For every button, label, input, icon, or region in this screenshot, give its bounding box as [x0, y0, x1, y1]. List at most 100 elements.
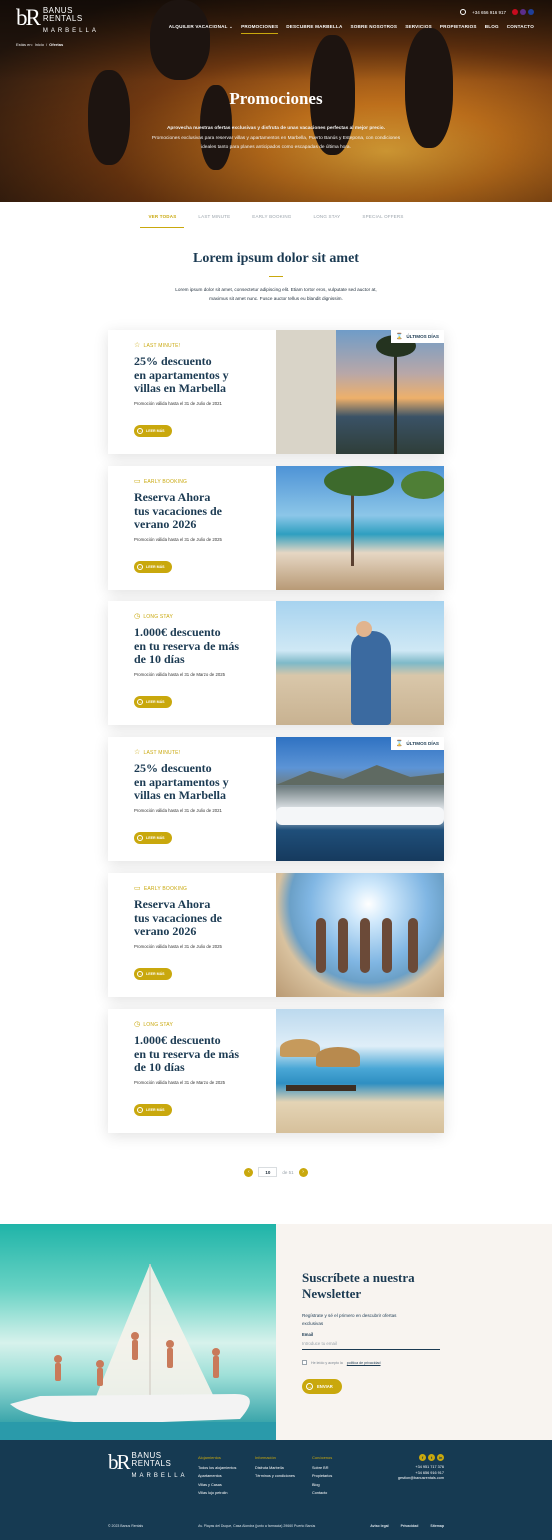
read-more-button[interactable]: → LEER MÁS — [134, 832, 172, 844]
offer-title: Reserva Ahora tus vacaciones de verano 20… — [134, 897, 276, 939]
footer-link[interactable]: Sobre BR — [312, 1464, 332, 1473]
offer-title-rest: tus vacaciones de verano 2026 — [134, 503, 222, 531]
nav-item[interactable]: ALQUILER VACACIONAL ⌄ — [169, 24, 233, 30]
tab-filter[interactable]: EARLY BOOKING — [244, 211, 299, 226]
nav-item[interactable]: PROMOCIONES — [241, 24, 279, 34]
sunset-palms-photo[interactable]: ⌛ ÚLTIMOS DÍAS — [276, 330, 444, 454]
footer-link[interactable]: Blog — [312, 1481, 332, 1490]
couple-beach-photo[interactable] — [276, 601, 444, 725]
read-more-button[interactable]: → LEER MÁS — [134, 561, 172, 573]
privacy-checkbox[interactable] — [302, 1360, 307, 1365]
page-total: de 51 — [282, 1169, 294, 1175]
social-links: f t in — [398, 1454, 444, 1461]
intro-title: Lorem ipsum dolor sit amet — [193, 251, 359, 266]
twitter-icon[interactable]: t — [428, 1454, 435, 1461]
nav-item[interactable]: CONTACTO — [507, 24, 534, 30]
nav-item[interactable]: SOBRE NOSOTROS — [350, 24, 397, 30]
arrow-right-icon: → — [306, 1383, 313, 1390]
offer-card[interactable]: ☆ LAST MINUTE! 25% descuento en apartamento… — [108, 737, 444, 861]
footer-link[interactable]: Apartamentos — [198, 1472, 236, 1481]
footer-column-heading: Conócenos — [312, 1455, 333, 1460]
whatsapp-icon[interactable] — [460, 9, 467, 15]
read-more-button[interactable]: → LEER MÁS — [134, 696, 172, 708]
offer-card[interactable]: ◷ LONG STAY 1.000€ descuento en tu reserva … — [108, 601, 444, 725]
email-field[interactable] — [302, 1338, 440, 1350]
footer-column: Conócenos Sobre BR Propietarios Blog Contact… — [312, 1454, 332, 1498]
newsletter-submit-button[interactable]: → ENVIAR — [302, 1379, 342, 1394]
newsletter-text: Regístrate y sé el primero en descubrir … — [302, 1313, 397, 1326]
language-flag-icon[interactable] — [520, 9, 526, 15]
offer-category: ◷ LONG STAY — [134, 1021, 276, 1028]
last-days-badge: ⌛ ÚLTIMOS DÍAS — [390, 330, 444, 343]
footer-link[interactable]: Villas lujo petrolin — [198, 1489, 236, 1498]
runner-figure-shape — [360, 918, 370, 973]
breadcrumb-home-link[interactable]: Inicio — [35, 42, 44, 47]
terrace-sea-photo[interactable] — [276, 466, 444, 590]
nav-item-label: CONTACTO — [506, 24, 534, 29]
nav-item[interactable]: SERVICIOS — [405, 24, 432, 30]
footer-logo[interactable]: bR BANUS RENTALS MARBELLA — [108, 1452, 188, 1480]
read-more-label: LEER MÁS — [146, 565, 165, 569]
tab-filter[interactable]: SPECIAL OFFERS — [354, 211, 411, 226]
offer-title: 25% descuento en apartamentos y villas en… — [134, 761, 276, 803]
brand-logo[interactable]: bR BANUS RENTALS MARBELLA — [16, 6, 99, 35]
footer-link[interactable]: Contacto — [312, 1489, 332, 1498]
tab-filter[interactable]: LAST MINUTE — [190, 211, 238, 226]
language-flag-icon[interactable] — [512, 9, 518, 15]
beach-umbrellas-photo[interactable] — [276, 1009, 444, 1133]
footer-link[interactable]: Propietarios — [312, 1472, 332, 1481]
couple-figure-shape — [351, 631, 391, 725]
offer-card-body: ☆ LAST MINUTE! 25% descuento en apartamento… — [108, 330, 276, 454]
language-flag-icon[interactable] — [528, 9, 534, 15]
clock-icon: ◷ — [134, 1021, 141, 1028]
privacy-policy-link[interactable]: política de privacidad — [347, 1361, 381, 1365]
star-icon: ☆ — [134, 342, 141, 349]
newsletter-title: Suscríbete a nuestra Newsletter — [302, 1270, 415, 1301]
read-more-label: LEER MÁS — [146, 429, 165, 433]
offer-card[interactable]: ◷ LONG STAY 1.000€ descuento en tu reserva … — [108, 1009, 444, 1133]
read-more-button[interactable]: → LEER MÁS — [134, 968, 172, 980]
read-more-button[interactable]: → LEER MÁS — [134, 425, 172, 437]
read-more-button[interactable]: → LEER MÁS — [134, 1104, 172, 1116]
mountain-shape — [276, 765, 444, 785]
prev-page-button[interactable]: ‹ — [244, 1167, 254, 1177]
arrow-right-icon: → — [137, 699, 143, 705]
nav-item[interactable]: PROPIETARIOS — [440, 24, 477, 30]
footer-link[interactable]: Todos los alojamientos — [198, 1464, 236, 1473]
marina-port-photo[interactable]: ⌛ ÚLTIMOS DÍAS — [276, 737, 444, 861]
facebook-icon[interactable]: f — [419, 1454, 426, 1461]
intro-divider — [269, 276, 283, 277]
offer-title: 25% descuento en apartamentos y villas en… — [134, 354, 276, 396]
footer-link[interactable]: Villas y Casas — [198, 1481, 236, 1490]
top-phone[interactable]: +34 656 916 917 — [472, 10, 506, 15]
footer-link[interactable]: Disfruta Marbella — [255, 1464, 295, 1473]
legal-link[interactable]: Aviso legal — [370, 1524, 388, 1528]
face-shape — [356, 621, 372, 637]
footer-link[interactable]: Términos y condiciones — [255, 1472, 295, 1481]
offer-title-rest: en apartamentos y villas en Marbella — [134, 367, 229, 395]
sunbed-shape — [286, 1085, 356, 1091]
next-page-button[interactable]: › — [298, 1167, 308, 1177]
tab-filter[interactable]: VER TODAS — [140, 211, 185, 228]
footer-logo-line2: RENTALS — [131, 1459, 172, 1468]
tab-filter[interactable]: LONG STAY — [306, 211, 349, 226]
nav-item[interactable]: DESCUBRE MARBELLA — [286, 24, 342, 30]
nav-item[interactable]: BLOG — [485, 24, 499, 30]
friends-running-photo[interactable] — [276, 873, 444, 997]
newsletter-panel: Suscríbete a nuestra Newsletter Regístra… — [276, 1224, 552, 1440]
offer-category-label: LAST MINUTE! — [143, 342, 181, 349]
instagram-icon[interactable]: in — [437, 1454, 444, 1461]
clock-icon: ◷ — [134, 613, 141, 620]
page-number-input[interactable]: 10 — [258, 1167, 278, 1177]
offer-title-bold: Reserva Ahora — [134, 490, 211, 504]
runner-figure-shape — [382, 918, 392, 973]
offer-card[interactable]: ▭ EARLY BOOKING Reserva Ahora tus vacacione… — [108, 466, 444, 590]
legal-link[interactable]: Privacidad — [401, 1524, 419, 1528]
offer-card[interactable]: ☆ LAST MINUTE! 25% descuento en apartamento… — [108, 330, 444, 454]
nav-item-label: PROMOCIONES — [241, 24, 279, 29]
footer-column-heading: Alojamientos — [198, 1455, 221, 1460]
legal-link[interactable]: Sitemap — [430, 1524, 444, 1528]
offer-card[interactable]: ▭ EARLY BOOKING Reserva Ahora tus vacacione… — [108, 873, 444, 997]
footer-email[interactable]: gestion@banusrentals.com — [398, 1476, 444, 1482]
read-more-label: LEER MÁS — [146, 972, 165, 976]
